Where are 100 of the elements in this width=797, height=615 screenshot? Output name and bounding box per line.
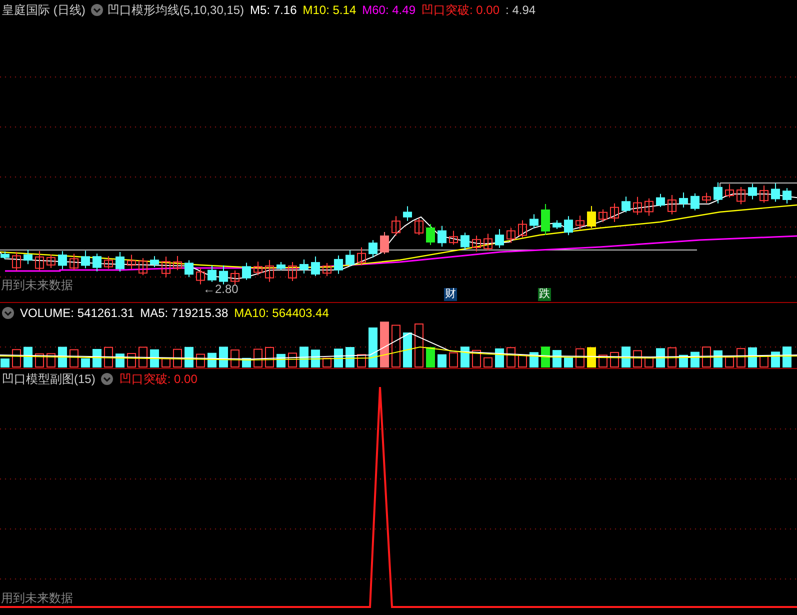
- candlestick: [230, 270, 240, 286]
- candlestick: [736, 186, 746, 205]
- candlestick: [414, 218, 424, 236]
- candlestick: [311, 256, 320, 277]
- volume-bar: [472, 350, 481, 368]
- candlestick: [380, 232, 389, 254]
- volume-bar: [506, 347, 516, 368]
- candlestick: [633, 196, 642, 216]
- candlestick: [426, 224, 435, 246]
- indicator-reading: MA10: 564403.44: [234, 306, 329, 320]
- candlestick: [162, 256, 170, 278]
- candlestick: [12, 251, 21, 272]
- volume-bar: [162, 358, 170, 368]
- indicator-reading: M10: 5.14: [302, 3, 356, 17]
- volume-bar: [748, 347, 757, 368]
- candlestick: [58, 250, 67, 270]
- volume-bar: [702, 346, 711, 368]
- candlestick: [748, 183, 757, 200]
- candlestick: [92, 253, 102, 272]
- volume-bar: [322, 358, 332, 368]
- price-label: ←2.80: [203, 281, 238, 298]
- candlestick: [138, 258, 148, 276]
- volume-bar: [449, 352, 458, 368]
- candlestick: [70, 253, 78, 270]
- candlestick: [576, 215, 584, 230]
- chart-title: 皇庭国际 (日线): [2, 3, 86, 17]
- volume-bar: [668, 347, 676, 368]
- volume-bar: [254, 348, 262, 368]
- candlestick: [346, 250, 354, 267]
- volume-bar: [0, 358, 10, 368]
- candlestick: [644, 198, 654, 216]
- volume-bar: [219, 346, 228, 368]
- warning-note: 用到未来数据: [1, 590, 73, 607]
- volume-bar: [564, 357, 573, 368]
- candlestick: [35, 250, 44, 271]
- candlestick: [782, 188, 792, 204]
- dropdown-icon[interactable]: [2, 307, 14, 319]
- candlestick: [242, 262, 251, 280]
- volume-bar: [552, 350, 562, 368]
- candlestick: [564, 216, 573, 236]
- volume-bar: [714, 350, 722, 368]
- volume-bar: [587, 347, 596, 368]
- candlestick: [254, 261, 262, 276]
- volume-bar: [495, 348, 504, 368]
- candlestick: [552, 220, 562, 230]
- volume-bar: [288, 352, 297, 368]
- candlestick: [334, 254, 343, 274]
- volume-bar: [311, 350, 320, 368]
- volume-bar: [81, 358, 90, 368]
- volume-bar: [12, 349, 21, 368]
- candlestick: [357, 246, 366, 266]
- volume-bar: [35, 353, 44, 368]
- candlestick: [656, 193, 665, 208]
- volume-bar: [644, 356, 654, 368]
- candlestick: [276, 262, 286, 271]
- candlestick: [265, 260, 274, 282]
- candlestick: [714, 182, 722, 204]
- indicator-reading: : 4.94: [506, 3, 536, 17]
- candlestick: [587, 206, 596, 228]
- event-marker: 跌: [538, 288, 551, 301]
- volume-bar: [265, 346, 274, 368]
- candlestick: [24, 249, 32, 265]
- volume-bar: [150, 349, 159, 368]
- volume-bar: [346, 347, 354, 368]
- candlestick: [610, 202, 619, 222]
- candlestick: [116, 252, 124, 272]
- volume-bar: [736, 348, 746, 368]
- volume-bar: [368, 327, 378, 368]
- dropdown-icon[interactable]: [91, 4, 104, 16]
- candlestick: [541, 204, 550, 236]
- candlestick: [403, 206, 412, 222]
- volume-bar: [196, 354, 205, 368]
- dropdown-icon[interactable]: [101, 373, 114, 385]
- volume-bar: [622, 346, 630, 368]
- volume-bar: [610, 352, 619, 368]
- volume-bar: [173, 348, 182, 368]
- volume-bar: [576, 348, 584, 368]
- candlestick: [472, 235, 481, 252]
- indicator-reading: M60: 4.49: [362, 3, 416, 17]
- candlestick: [81, 250, 90, 269]
- candlestick: [219, 264, 228, 285]
- candlestick: [368, 240, 378, 258]
- candlestick: [702, 192, 711, 204]
- candlestick: [518, 220, 527, 238]
- candlestick: [679, 192, 688, 208]
- volume-bar: [414, 324, 424, 368]
- volume-bar: [300, 346, 308, 368]
- indicator-reading: 凹口突破: 0.00: [422, 3, 500, 17]
- candlestick: [392, 216, 400, 236]
- candlestick: [173, 255, 182, 271]
- candlestick: [460, 232, 470, 250]
- volume-bar: [518, 354, 527, 368]
- candlestick: [127, 254, 136, 270]
- candlestick: [288, 262, 297, 282]
- candlestick: [46, 254, 56, 268]
- volume-bar: [403, 332, 412, 368]
- volume-bar: [92, 348, 102, 368]
- candlestick: [530, 214, 538, 229]
- volume-bar: [46, 353, 56, 368]
- volume-bar: [460, 346, 470, 368]
